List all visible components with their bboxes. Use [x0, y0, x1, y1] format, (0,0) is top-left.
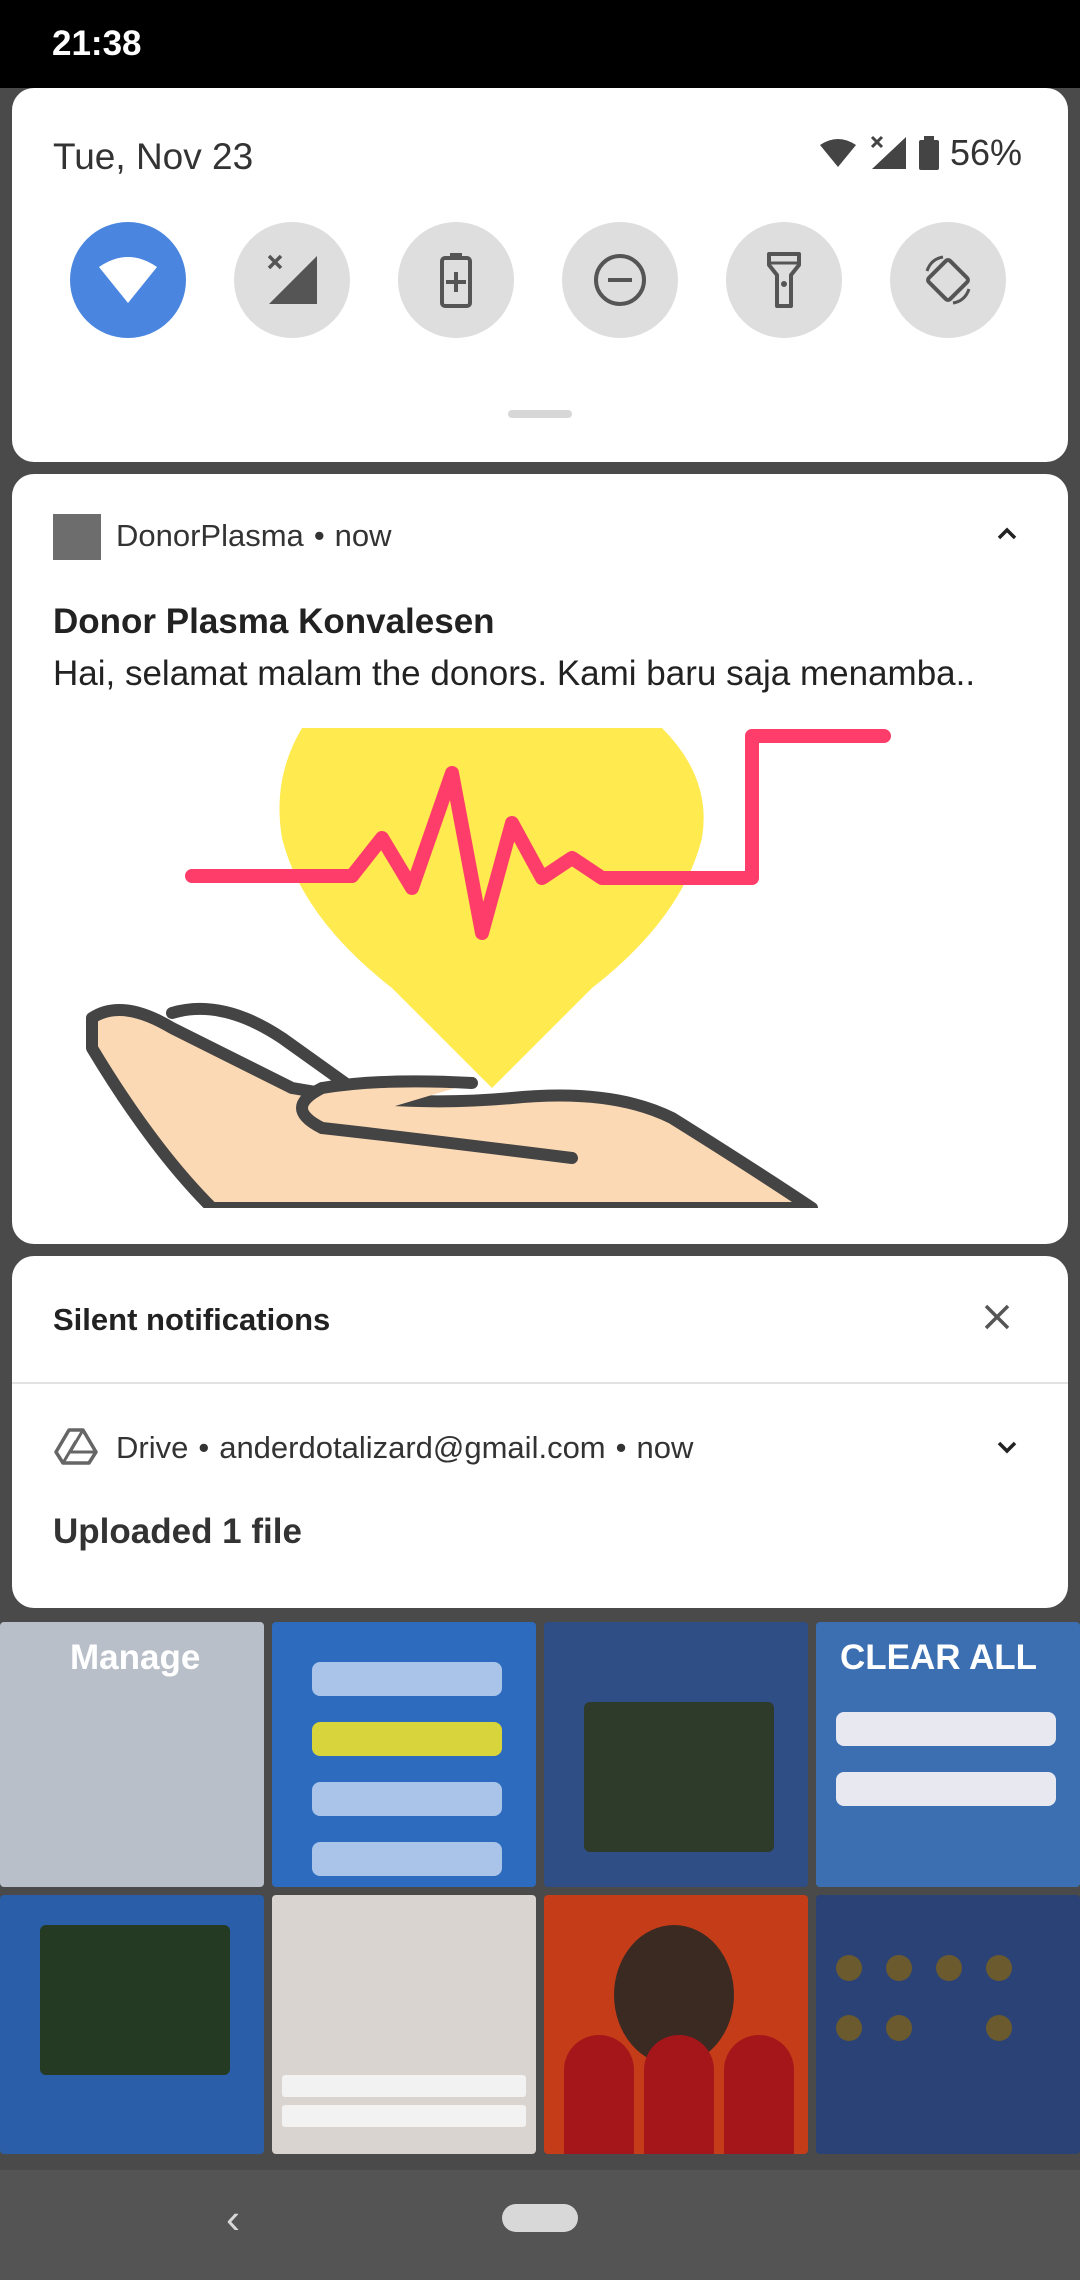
quick-settings-panel: Tue, Nov 23 56% — [12, 88, 1068, 462]
flashlight-icon — [767, 252, 801, 308]
header-separator: • — [313, 518, 325, 553]
recent-thumbnail[interactable] — [272, 1622, 536, 1887]
recent-thumbnail[interactable] — [0, 1895, 264, 2154]
recent-thumbnail[interactable] — [272, 1895, 536, 2154]
divider — [12, 1382, 1068, 1384]
drive-notification-header[interactable]: Drive • anderdotalizard@gmail.com • now — [116, 1430, 693, 1466]
dnd-icon — [594, 254, 646, 306]
back-icon[interactable]: ‹ — [226, 2194, 256, 2244]
notification-text: Hai, selamat malam the donors. Kami baru… — [53, 654, 976, 693]
silent-section-title: Silent notifications — [53, 1302, 331, 1337]
manage-button[interactable]: Manage — [70, 1638, 200, 1678]
status-bar: 21:38 — [0, 0, 1080, 88]
close-icon[interactable] — [980, 1300, 1014, 1334]
battery-percent: 56% — [949, 132, 1022, 173]
chevron-down-icon[interactable] — [992, 1432, 1022, 1462]
wifi-icon — [819, 139, 856, 167]
tile-wifi[interactable] — [70, 222, 186, 338]
tile-do-not-disturb[interactable] — [562, 222, 678, 338]
drive-notification-text: Uploaded 1 file — [53, 1512, 302, 1551]
signal-off-icon — [267, 254, 317, 304]
tile-auto-rotate[interactable] — [890, 222, 1006, 338]
recent-thumbnail[interactable] — [544, 1622, 808, 1887]
battery-saver-icon — [440, 253, 472, 308]
notification-app-name: DonorPlasma — [116, 518, 304, 553]
notification-title: Donor Plasma Konvalesen — [53, 602, 495, 641]
qs-drag-handle[interactable] — [508, 410, 572, 418]
header-separator: • — [615, 1430, 627, 1465]
header-separator: • — [198, 1430, 210, 1465]
donor-heart-hand-image — [86, 728, 891, 1208]
tile-flashlight[interactable] — [726, 222, 842, 338]
status-time: 21:38 — [52, 24, 142, 63]
silent-notifications-card: Silent notifications Drive • anderdotaliza… — [12, 1256, 1068, 1608]
signal-off-icon — [870, 135, 906, 169]
wifi-icon — [99, 257, 157, 303]
recent-thumbnail[interactable] — [544, 1895, 808, 2154]
rotate-icon — [925, 255, 971, 305]
recent-thumbnail[interactable] — [816, 1895, 1080, 2154]
tile-mobile-data[interactable] — [234, 222, 350, 338]
app-icon — [53, 514, 101, 560]
notification-header: DonorPlasma • now — [116, 518, 392, 554]
notification-time: now — [334, 518, 392, 553]
drive-time: now — [636, 1430, 694, 1465]
drive-app-name: Drive — [116, 1430, 189, 1465]
qs-status-icons: 56% — [818, 132, 1022, 174]
qs-date[interactable]: Tue, Nov 23 — [53, 136, 253, 178]
recent-apps-grid — [0, 1622, 1080, 2154]
home-pill[interactable] — [502, 2204, 578, 2232]
battery-icon — [918, 136, 939, 170]
chevron-up-icon[interactable] — [992, 518, 1022, 548]
drive-icon — [54, 1428, 98, 1465]
drive-account: anderdotalizard@gmail.com — [219, 1430, 606, 1465]
notification-card[interactable]: DonorPlasma • now Donor Plasma Konvalesen … — [12, 474, 1068, 1244]
clear-all-button[interactable]: CLEAR ALL — [840, 1638, 1037, 1678]
tile-battery-saver[interactable] — [398, 222, 514, 338]
